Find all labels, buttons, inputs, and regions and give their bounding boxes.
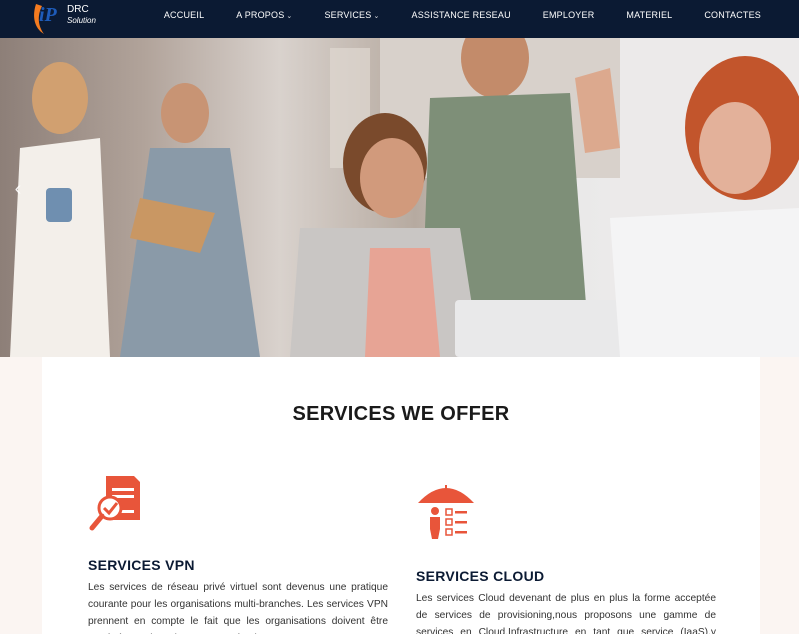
nav-item-label: ASSISTANCE RESEAU (411, 10, 511, 20)
hero-photo (10, 38, 799, 357)
nav-item-employer[interactable]: EMPLOYER (527, 0, 611, 30)
service-description: Les services Cloud devenant de plus en p… (416, 593, 716, 634)
brand-line2: Solution (67, 16, 96, 25)
service-description: Les services de réseau privé virtuel son… (88, 582, 388, 634)
svg-text:iP: iP (39, 4, 58, 26)
nav-item-services[interactable]: SERVICES ⌄ (308, 0, 395, 30)
chevron-left-icon: ‹ (14, 178, 22, 200)
nav-item-label: MATERIEL (626, 10, 673, 20)
chevron-down-icon: ⌄ (286, 13, 293, 20)
main-menu: ACCUEIL A PROPOS ⌄ SERVICES ⌄ ASSISTANCE R… (148, 0, 799, 30)
umbrella-person-checklist-icon (418, 485, 474, 539)
services-section: SERVICES WE OFFER SERVICES VPN Les servi… (42, 357, 760, 634)
brand-name: DRC Solution (67, 4, 96, 26)
document-search-icon (89, 476, 140, 531)
nav-item-materiel[interactable]: MATERIEL (610, 0, 688, 30)
nav-item-contactes[interactable]: CONTACTES (688, 0, 799, 30)
top-navbar: iP DRC Solution ACCUEIL A PROPOS ⌄ SERVIC… (0, 0, 799, 38)
chevron-down-icon: ⌄ (373, 13, 380, 20)
nav-item-label: ACCUEIL (163, 10, 205, 20)
service-card-vpn: SERVICES VPN Les services de réseau priv… (88, 472, 388, 634)
service-card-cloud: SERVICES CLOUD Les services Cloud devena… (416, 481, 716, 634)
nav-item-label: CONTACTES (704, 10, 761, 20)
nav-item-label: EMPLOYER (542, 10, 595, 20)
slider-prev-button[interactable]: ‹ (8, 176, 28, 202)
nav-item-a-propos[interactable]: A PROPOS ⌄ (220, 0, 308, 30)
section-title: SERVICES WE OFFER (292, 403, 510, 425)
hero-slider: ‹ (0, 38, 799, 357)
service-title: SERVICES CLOUD (416, 568, 545, 584)
nav-item-assistance-reseau[interactable]: ASSISTANCE RESEAU (396, 0, 527, 30)
nav-item-label: SERVICES (324, 10, 372, 20)
nav-item-label: A PROPOS (236, 10, 285, 20)
brand-logo[interactable]: iP DRC Solution (30, 0, 110, 38)
logo-mark-icon: iP (34, 4, 58, 34)
service-title: SERVICES VPN (88, 557, 195, 573)
brand-line1: DRC (67, 4, 89, 15)
nav-item-accueil[interactable]: ACCUEIL (148, 0, 220, 30)
slider-next-area[interactable] (779, 38, 799, 357)
